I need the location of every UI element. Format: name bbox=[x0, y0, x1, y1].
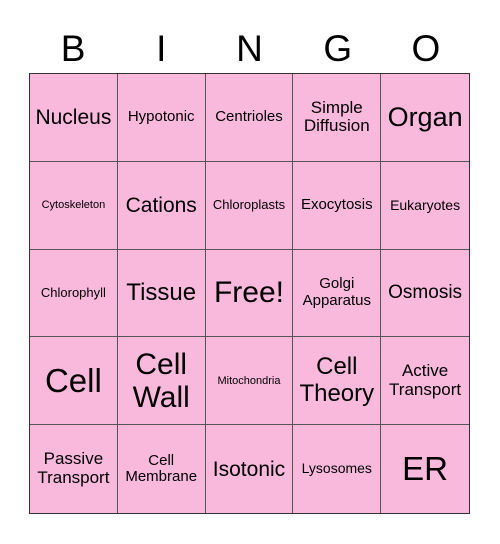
bingo-cell[interactable]: Eukaryotes bbox=[381, 161, 469, 250]
bingo-cell[interactable]: Mitochondria bbox=[205, 337, 294, 426]
bingo-cell[interactable]: Cell Membrane bbox=[117, 425, 206, 513]
bingo-cell[interactable]: Passive Transport bbox=[30, 425, 118, 513]
bingo-grid: Nucleus Hypotonic Centrioles Simple Diff… bbox=[29, 73, 470, 514]
bingo-cell[interactable]: Cytoskeleton bbox=[30, 161, 118, 250]
header-letter-i: I bbox=[156, 28, 167, 69]
header-letter-b: B bbox=[60, 28, 86, 69]
bingo-cell[interactable]: ER bbox=[381, 425, 469, 513]
bingo-cell[interactable]: Cell bbox=[30, 337, 118, 426]
bingo-cell[interactable]: Isotonic bbox=[205, 425, 294, 513]
bingo-cell[interactable]: Tissue bbox=[117, 249, 206, 338]
bingo-cell[interactable]: Lysosomes bbox=[293, 425, 382, 513]
bingo-cell[interactable]: Exocytosis bbox=[293, 161, 382, 250]
bingo-cell[interactable]: Simple Diffusion bbox=[293, 74, 382, 162]
bingo-cell[interactable]: Chloroplasts bbox=[205, 161, 294, 250]
header-letter-g: G bbox=[323, 28, 353, 69]
bingo-cell[interactable]: Hypotonic bbox=[117, 74, 206, 162]
bingo-cell[interactable]: Nucleus bbox=[30, 74, 118, 162]
bingo-cell[interactable]: Cations bbox=[117, 161, 206, 250]
free-space-cell[interactable]: Free! bbox=[205, 249, 294, 338]
bingo-header: B I N G O bbox=[29, 26, 470, 72]
bingo-cell[interactable]: Organ bbox=[381, 74, 469, 162]
bingo-cell[interactable]: Chlorophyll bbox=[30, 249, 118, 338]
bingo-cell[interactable]: Cell Theory bbox=[293, 337, 382, 426]
header-letter-o: O bbox=[411, 28, 441, 69]
bingo-cell[interactable]: Golgi Apparatus bbox=[293, 249, 382, 338]
bingo-cell[interactable]: Centrioles bbox=[205, 74, 294, 162]
header-letter-n: N bbox=[236, 28, 263, 69]
bingo-cell[interactable]: Cell Wall bbox=[117, 337, 206, 426]
bingo-cell[interactable]: Osmosis bbox=[381, 249, 469, 338]
bingo-cell[interactable]: Active Transport bbox=[381, 337, 469, 426]
